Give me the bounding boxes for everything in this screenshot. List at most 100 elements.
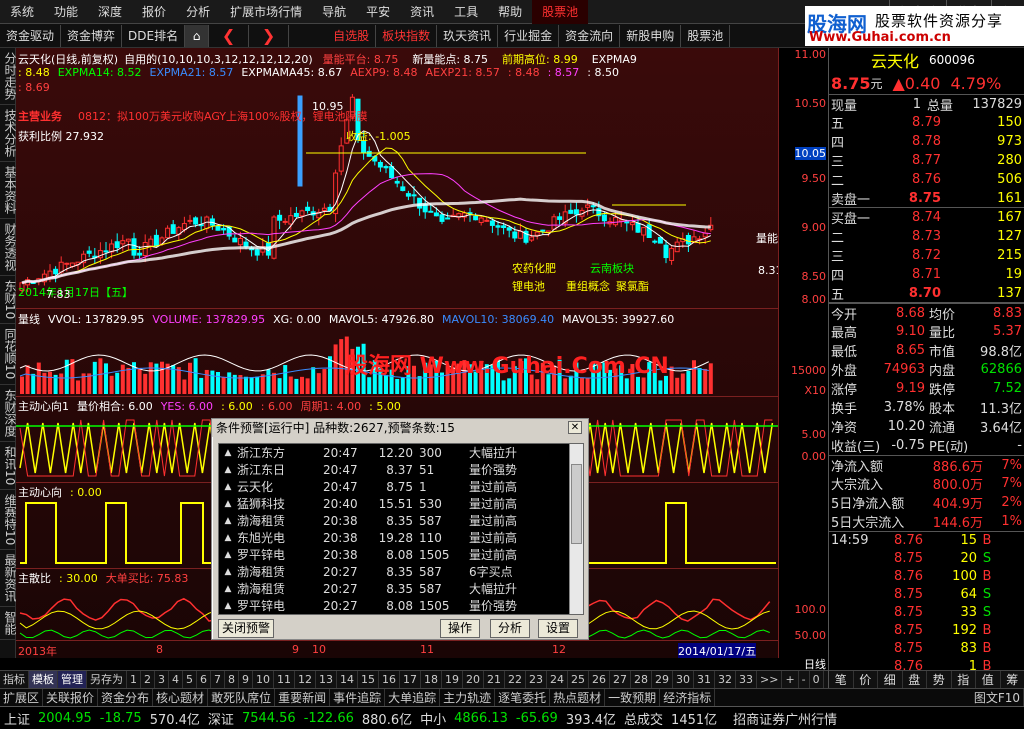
indicator-tab-0[interactable]: 指标	[0, 670, 29, 689]
indicator-tab-6[interactable]: 3	[155, 670, 169, 689]
scroll-thumb[interactable]	[571, 464, 582, 544]
ext-tab-5[interactable]: 重要新闻	[275, 688, 331, 707]
left-tab-4[interactable]: 东财10	[0, 276, 17, 325]
menu-item-9[interactable]: 工具	[444, 0, 488, 24]
left-tab-9[interactable]: 最新资讯	[0, 550, 17, 608]
left-tab-6[interactable]: 东财深度	[0, 385, 17, 442]
left-tab-7[interactable]: 和讯10	[0, 442, 17, 490]
indicator-tab-8[interactable]: 5	[183, 670, 197, 689]
indicator-tab-18[interactable]: 15	[358, 670, 379, 689]
toolbar-right-0[interactable]: 自选股	[327, 24, 377, 47]
indicator-tab-11[interactable]: 8	[225, 670, 239, 689]
alert-row[interactable]: ▲ 猛狮科技 20:40 15.51 530 量过前高	[219, 495, 583, 512]
alert-row[interactable]: ▲ 浙江东日 20:47 8.37 51 量价强势	[219, 461, 583, 478]
indicator-tab-4[interactable]: 1	[127, 670, 141, 689]
indicator-tab-33[interactable]: 30	[673, 670, 694, 689]
left-tab-1[interactable]: 技术分析	[0, 105, 17, 162]
ext-tab-10[interactable]: 热点题材	[550, 688, 606, 707]
quote-tab-7[interactable]: 筹	[1001, 671, 1024, 688]
quote-tab-4[interactable]: 势	[927, 671, 952, 688]
indicator-tab-15[interactable]: 12	[295, 670, 316, 689]
left-tab-10[interactable]: 智能	[0, 607, 17, 641]
alert-row[interactable]: ▲ 渤海租赁 20:27 8.35 587 6字买点	[219, 563, 583, 580]
ext-tab-4[interactable]: 敢死队席位	[208, 688, 276, 707]
indicator-tab-20[interactable]: 17	[400, 670, 421, 689]
indicator-tab-21[interactable]: 18	[421, 670, 442, 689]
indicator-tab-25[interactable]: 22	[505, 670, 526, 689]
ext-tab-9[interactable]: 逐笔委托	[495, 688, 551, 707]
ext-tab-12[interactable]: 经济指标	[660, 688, 716, 707]
close-icon[interactable]: ✕	[568, 421, 582, 434]
ext-tab-3[interactable]: 核心题材	[153, 688, 209, 707]
left-tab-3[interactable]: 财务透视	[0, 219, 17, 276]
alert-list[interactable]: ▲ 浙江东方 20:47 12.20 300 大幅拉升 ▲ 浙江东日 20:47 8.37 51 量价…	[218, 443, 584, 615]
indicator-tab-37[interactable]: >>	[757, 670, 783, 689]
indicator-tab-3[interactable]: 另存为	[87, 670, 127, 689]
menu-item-6[interactable]: 导航	[312, 0, 356, 24]
toolbar-right-6[interactable]: 股票池	[681, 24, 731, 47]
menu-item-1[interactable]: 功能	[44, 0, 88, 24]
indicator-tab-27[interactable]: 24	[547, 670, 568, 689]
indicator-tab-24[interactable]: 21	[484, 670, 505, 689]
alert-row[interactable]: ▲ 罗平锌电 20:38 8.08 1505 量过前高	[219, 546, 583, 563]
toolbar-right-3[interactable]: 行业掘金	[498, 24, 560, 47]
alert-row[interactable]: ▲ 渤海租赁 20:38 8.35 587 量过前高	[219, 512, 583, 529]
quote-tab-5[interactable]: 指	[952, 671, 976, 688]
indicator-tab-28[interactable]: 25	[568, 670, 589, 689]
toolbar-right-4[interactable]: 资金流向	[559, 24, 621, 47]
quote-tab-2[interactable]: 细	[878, 671, 903, 688]
ext-tab-11[interactable]: 一致预期	[605, 688, 661, 707]
left-tab-2[interactable]: 基本资料	[0, 162, 17, 219]
indicator-tab-17[interactable]: 14	[337, 670, 358, 689]
menu-item-5[interactable]: 扩展市场行情	[220, 0, 312, 24]
indicator-tab-7[interactable]: 4	[169, 670, 183, 689]
left-tab-5[interactable]: 同花顺10	[0, 324, 17, 385]
menu-item-10[interactable]: 帮助	[488, 0, 532, 24]
indicator-tab-40[interactable]: 0	[810, 670, 824, 689]
indicator-tab-38[interactable]: +	[782, 670, 799, 689]
operate-button[interactable]: 操作	[440, 619, 480, 638]
indicator-tab-9[interactable]: 6	[197, 670, 211, 689]
toolbar-right-5[interactable]: 新股申购	[620, 24, 682, 47]
ext-tab-13[interactable]: 图文F10	[971, 688, 1024, 707]
alert-row[interactable]: ▲ 浙江东方 20:47 12.20 300 大幅拉升	[219, 444, 583, 461]
ext-tab-7[interactable]: 大单追踪	[385, 688, 441, 707]
toolbar-btn-2[interactable]: DDE排名	[122, 24, 186, 47]
quote-tab-0[interactable]: 笔	[829, 671, 854, 688]
alert-row[interactable]: ▲ 渤海租赁 20:27 8.35 587 大幅拉升	[219, 580, 583, 597]
quote-tab-6[interactable]: 值	[976, 671, 1001, 688]
indicator-tab-22[interactable]: 19	[442, 670, 463, 689]
back-arrow-icon[interactable]: ❮	[209, 24, 250, 47]
toolbar-btn-1[interactable]: 资金博弈	[61, 24, 123, 47]
analyze-button[interactable]: 分析	[490, 619, 530, 638]
indicator-tab-30[interactable]: 27	[610, 670, 631, 689]
toolbar-right-2[interactable]: 玖天资讯	[437, 24, 499, 47]
indicator-tab-29[interactable]: 26	[589, 670, 610, 689]
indicator-tab-26[interactable]: 23	[526, 670, 547, 689]
home-icon[interactable]: ⌂	[185, 24, 210, 47]
indicator-tab-10[interactable]: 7	[211, 670, 225, 689]
menu-item-2[interactable]: 深度	[88, 0, 132, 24]
ext-tab-8[interactable]: 主力轨迹	[440, 688, 496, 707]
ext-tab-1[interactable]: 关联报价	[43, 688, 99, 707]
indicator-tab-31[interactable]: 28	[631, 670, 652, 689]
forward-arrow-icon[interactable]: ❯	[249, 24, 290, 47]
indicator-tab-36[interactable]: 33	[736, 670, 757, 689]
menu-item-stock-pool[interactable]: 股票池	[532, 0, 589, 24]
left-tab-8[interactable]: 维赛特10	[0, 490, 17, 551]
alert-row[interactable]: ▲ 云天化 20:47 8.75 1 量过前高	[219, 478, 583, 495]
indicator-tab-2[interactable]: 管理	[58, 670, 87, 689]
indicator-tab-32[interactable]: 29	[652, 670, 673, 689]
close-alert-button[interactable]: 关闭预警	[218, 619, 274, 638]
menu-item-4[interactable]: 分析	[176, 0, 220, 24]
ext-tab-6[interactable]: 事件追踪	[330, 688, 386, 707]
settings-button[interactable]: 设置	[538, 619, 578, 638]
indicator-tab-19[interactable]: 16	[379, 670, 400, 689]
indicator-tab-13[interactable]: 10	[253, 670, 274, 689]
toolbar-btn-0[interactable]: 资金驱动	[0, 24, 62, 47]
indicator-tab-16[interactable]: 13	[316, 670, 337, 689]
indicator-tab-5[interactable]: 2	[141, 670, 155, 689]
menu-item-3[interactable]: 报价	[132, 0, 176, 24]
menu-item-7[interactable]: 平安	[356, 0, 400, 24]
indicator-tab-35[interactable]: 32	[715, 670, 736, 689]
